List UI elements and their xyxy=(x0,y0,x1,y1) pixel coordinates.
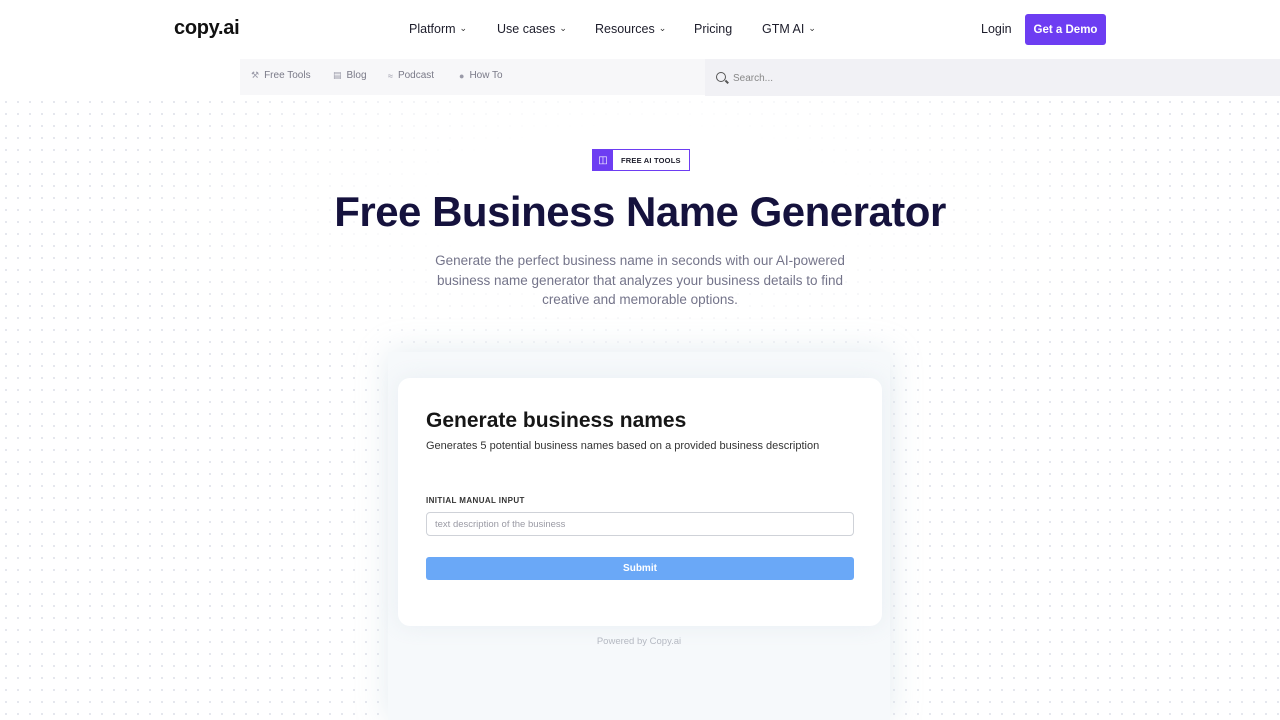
subnav-item-how-to[interactable]: ● How To xyxy=(459,70,503,81)
subnav-item-label: Blog xyxy=(346,70,367,81)
subnav-item-blog[interactable]: ▤ Blog xyxy=(333,70,367,81)
nav-item-gtm-ai[interactable]: GTM AI ⌄ xyxy=(762,22,816,36)
page-subtitle: Generate the perfect business name in se… xyxy=(435,253,845,307)
search-bar xyxy=(705,59,1280,96)
nav-item-label: Platform xyxy=(409,22,456,36)
nav-item-pricing[interactable]: Pricing xyxy=(694,22,732,36)
chat-icon: ◫ xyxy=(593,150,613,170)
login-link[interactable]: Login xyxy=(981,22,1012,36)
badge-label: FREE AI TOOLS xyxy=(621,155,681,165)
top-navigation: copy.ai Platform ⌄ Use cases ⌄ Resources… xyxy=(0,0,1280,58)
subnav-item-free-tools[interactable]: ⚒ Free Tools xyxy=(251,70,311,81)
chevron-down-icon: ⌄ xyxy=(559,22,567,33)
resources-subnav: ⚒ Free Tools ▤ Blog ≈ Podcast ● How To xyxy=(240,59,705,95)
nav-item-label: GTM AI xyxy=(762,22,805,36)
nav-item-label: Use cases xyxy=(497,22,556,36)
tools-icon: ⚒ xyxy=(251,70,260,80)
nav-item-label: Pricing xyxy=(694,22,733,36)
nav-item-use-cases[interactable]: Use cases ⌄ xyxy=(497,22,567,36)
chevron-down-icon: ⌄ xyxy=(658,22,667,33)
how-to-icon: ● xyxy=(459,70,465,81)
subnav-item-podcast[interactable]: ≈ Podcast xyxy=(388,70,434,81)
submit-button[interactable]: Submit xyxy=(426,557,854,580)
generator-card: Generate business names Generates 5 pote… xyxy=(398,378,882,626)
tool-title: Generate business names xyxy=(426,409,687,432)
subnav-item-label: How To xyxy=(469,70,503,81)
nav-item-platform[interactable]: Platform ⌄ xyxy=(409,22,467,36)
input-label: INITIAL MANUAL INPUT xyxy=(426,496,525,505)
free-ai-tools-badge: ◫ FREE AI TOOLS xyxy=(592,149,690,171)
subnav-item-label: Podcast xyxy=(397,70,435,81)
podcast-icon: ≈ xyxy=(388,70,393,81)
page-title: Free Business Name Generator xyxy=(334,188,946,235)
blog-icon: ▤ xyxy=(333,70,342,80)
subnav-item-label: Free Tools xyxy=(264,70,311,81)
search-input[interactable] xyxy=(733,68,1253,88)
nav-item-label: Resources xyxy=(595,22,655,36)
search-icon xyxy=(716,72,726,82)
powered-by-text: Powered by Copy.ai xyxy=(596,636,682,647)
business-description-input[interactable] xyxy=(426,512,854,536)
get-demo-button[interactable]: Get a Demo xyxy=(1025,14,1106,45)
tool-description: Generates 5 potential business names bas… xyxy=(426,440,820,452)
nav-item-resources[interactable]: Resources ⌄ xyxy=(595,22,666,36)
chevron-down-icon: ⌄ xyxy=(459,22,468,33)
chevron-down-icon: ⌄ xyxy=(808,22,816,33)
